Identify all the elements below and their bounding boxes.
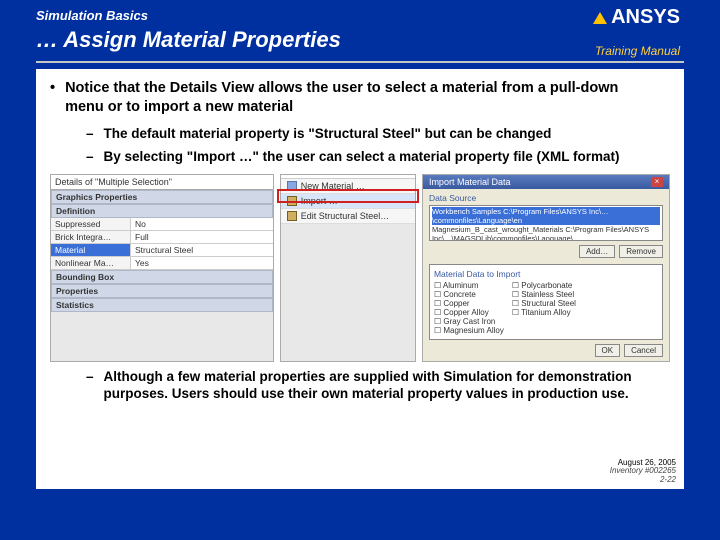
row-suppressed-value[interactable]: No	[131, 218, 273, 230]
cancel-button[interactable]: Cancel	[624, 344, 663, 357]
details-title: Details of "Multiple Selection"	[51, 175, 273, 190]
bullet-sub-3: – Although a few material properties are…	[86, 368, 670, 403]
ansys-logo: ANSYS	[593, 6, 680, 29]
mat-structural-steel[interactable]: Structural Steel	[512, 299, 576, 308]
data-source-label: Data Source	[429, 193, 663, 203]
remove-button[interactable]: Remove	[619, 245, 663, 258]
data-source-list[interactable]: Workbench Samples C:\Program Files\ANSYS…	[429, 205, 663, 241]
mat-magnesium-alloy[interactable]: Magnesium Alloy	[434, 326, 504, 335]
screenshots-row: Details of "Multiple Selection" Graphics…	[50, 174, 670, 362]
row-nonlinear-label: Nonlinear Ma…	[51, 257, 131, 269]
swoosh-icon	[593, 12, 607, 24]
row-suppressed-label: Suppressed	[51, 218, 131, 230]
row-material-label: Material	[51, 244, 131, 256]
materials-col-left: Aluminum Concrete Copper Copper Alloy Gr…	[434, 281, 504, 335]
pretitle: Simulation Basics	[36, 8, 684, 23]
section-bounding[interactable]: Bounding Box	[52, 271, 118, 283]
slide-footer: August 26, 2005 Inventory #002265 2-22	[610, 459, 676, 485]
bullet-sub-2: – By selecting "Import …" the user can s…	[86, 148, 670, 166]
data-source-item-1[interactable]: Magnesium_B_cast_wrought_Materials C:\Pr…	[432, 225, 660, 241]
section-statistics[interactable]: Statistics	[52, 299, 98, 311]
divider	[36, 61, 684, 63]
mat-polycarbonate[interactable]: Polycarbonate	[512, 281, 576, 290]
details-view-panel: Details of "Multiple Selection" Graphics…	[50, 174, 274, 362]
mat-concrete[interactable]: Concrete	[434, 290, 504, 299]
bullet-sub-1: – The default material property is "Stru…	[86, 125, 670, 143]
materials-col-right: Polycarbonate Stainless Steel Structural…	[512, 281, 576, 335]
material-context-menu: New Material … Import … Edit Structural …	[280, 174, 416, 362]
add-button[interactable]: Add…	[579, 245, 615, 258]
mat-aluminum[interactable]: Aluminum	[434, 281, 504, 290]
row-brick-label: Brick Integra…	[51, 231, 131, 243]
menu-edit-structural-steel[interactable]: Edit Structural Steel…	[281, 209, 415, 224]
highlight-box	[277, 189, 419, 203]
mat-copper[interactable]: Copper	[434, 299, 504, 308]
data-source-item-0[interactable]: Workbench Samples C:\Program Files\ANSYS…	[432, 207, 660, 225]
section-graphics[interactable]: Graphics Properties	[52, 191, 141, 203]
edit-icon	[287, 211, 297, 221]
training-manual-label: Training Manual	[595, 44, 680, 58]
bullet-main: • Notice that the Details View allows th…	[50, 79, 670, 117]
row-nonlinear-value[interactable]: Yes	[131, 257, 273, 269]
footer-page: 2-22	[610, 476, 676, 485]
mat-stainless-steel[interactable]: Stainless Steel	[512, 290, 576, 299]
close-icon[interactable]: ×	[651, 177, 663, 187]
row-brick-value[interactable]: Full	[131, 231, 273, 243]
mat-copper-alloy[interactable]: Copper Alloy	[434, 308, 504, 317]
logo-text: ANSYS	[611, 6, 680, 29]
mat-titanium-alloy[interactable]: Titanium Alloy	[512, 308, 576, 317]
dialog-title: Import Material Data	[429, 177, 511, 187]
page-title: … Assign Material Properties	[36, 27, 684, 53]
mat-gray-cast-iron[interactable]: Gray Cast Iron	[434, 317, 504, 326]
section-definition[interactable]: Definition	[52, 205, 99, 217]
section-properties[interactable]: Properties	[52, 285, 102, 297]
slide-content: • Notice that the Details View allows th…	[36, 69, 684, 489]
import-material-dialog: Import Material Data × Data Source Workb…	[422, 174, 670, 362]
materials-label: Material Data to Import	[434, 269, 658, 279]
row-material-value[interactable]: Structural Steel	[131, 244, 273, 256]
ok-button[interactable]: OK	[595, 344, 621, 357]
